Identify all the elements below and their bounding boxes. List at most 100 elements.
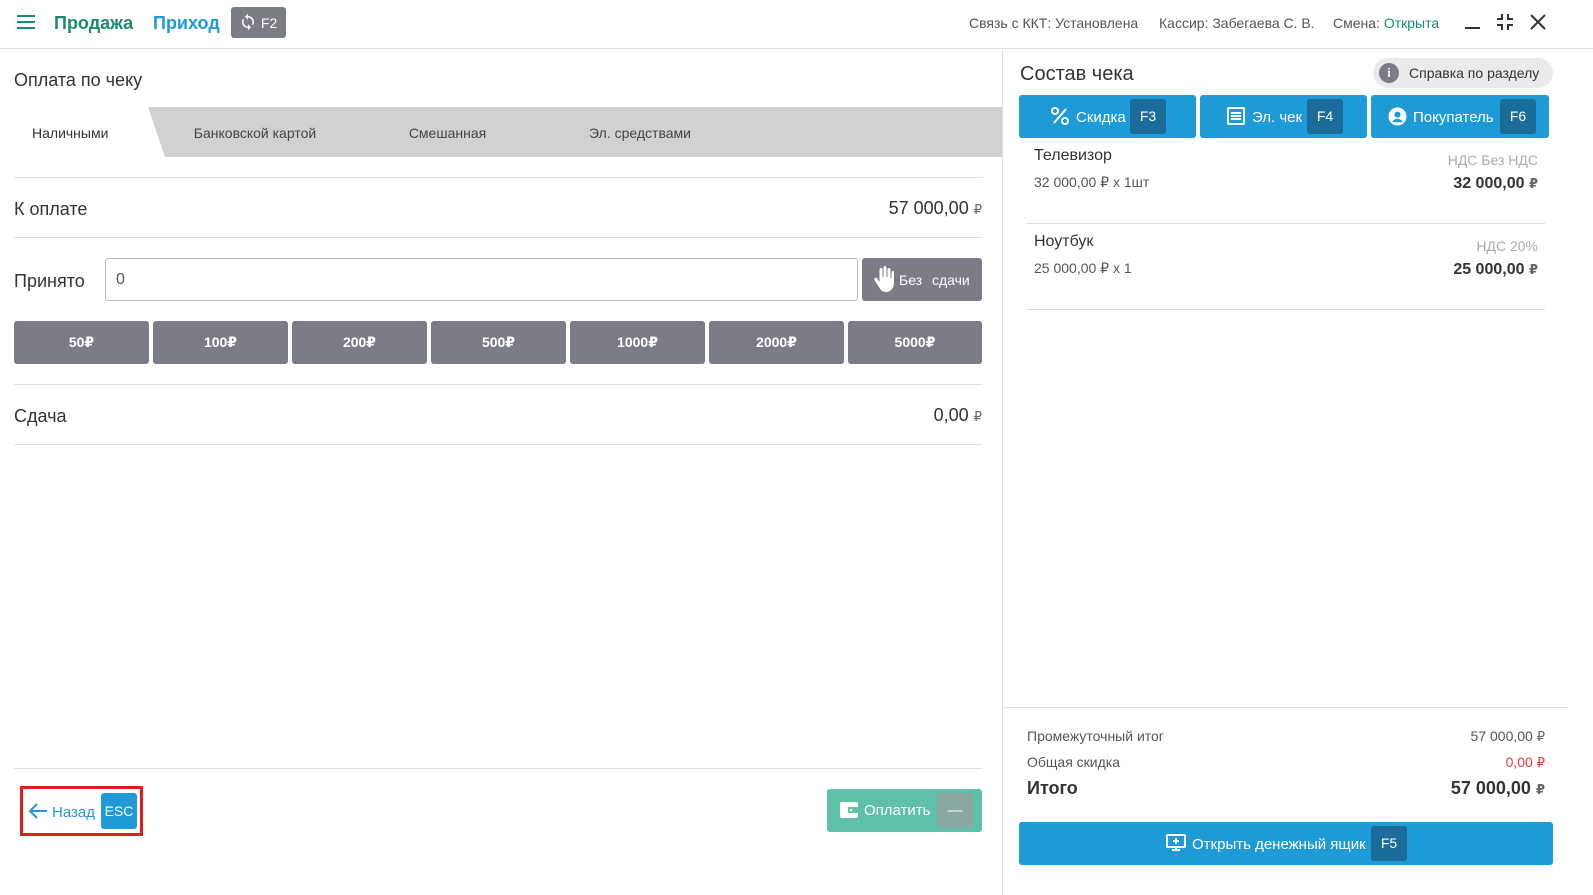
item-qty: 25 000,00 ₽ x 1 (1034, 260, 1132, 276)
item-name: Телевизор (1034, 147, 1112, 164)
tab-electronic[interactable]: Эл. средствами (545, 107, 735, 157)
discount-label: Скидка (1076, 109, 1126, 126)
accepted-label: Принято (14, 271, 85, 291)
divider (14, 384, 982, 385)
arrow-left-icon (28, 803, 47, 819)
customer-key: F6 (1500, 99, 1536, 134)
total-value: 57 000,00 ₽ (1451, 778, 1545, 799)
pay-button[interactable]: Оплатить — (827, 789, 982, 832)
percent-icon (1051, 107, 1069, 125)
refresh-icon (242, 13, 254, 31)
customer-label: Покупатель (1413, 109, 1494, 126)
no-change-label: Без сдачи (899, 272, 970, 288)
pay-key: — (937, 793, 973, 828)
currency-sign: ₽ (973, 409, 982, 424)
tab-cash[interactable]: Наличными (0, 107, 165, 157)
pay-label: Оплатить (864, 802, 931, 819)
item-qty: 32 000,00 ₽ x 1шт (1034, 174, 1150, 190)
discount-key: F3 (1130, 99, 1166, 134)
total-discount-value: 0,00 ₽ (1506, 754, 1545, 771)
cashier-name: Кассир: Забегаева С. В. (1159, 15, 1315, 31)
total-discount-number: 0,00 (1505, 754, 1533, 770)
drawer-key: F5 (1371, 826, 1407, 861)
receipt-icon (1227, 107, 1245, 125)
mode-income-link[interactable]: Приход (153, 13, 220, 34)
info-icon: i (1379, 63, 1399, 83)
bill-200-button[interactable]: 200₽ (292, 321, 427, 364)
item-vat: НДС 20% (1476, 238, 1538, 254)
close-icon[interactable] (1528, 12, 1548, 32)
panel-divider (1002, 50, 1003, 895)
switch-mode-button[interactable]: F2 (231, 7, 286, 38)
currency-sign: ₽ (973, 202, 982, 217)
currency-sign: ₽ (1536, 729, 1545, 744)
mode-sale-link[interactable]: Продажа (54, 13, 133, 34)
item-amount-number: 25 000,00 (1453, 261, 1525, 278)
discount-button[interactable]: Скидка F3 (1019, 95, 1196, 138)
subtotal-value: 57 000,00 ₽ (1471, 728, 1545, 745)
menu-icon[interactable] (17, 15, 35, 29)
receipt-item[interactable]: Телевизор 32 000,00 ₽ x 1шт НДС Без НДС … (1027, 138, 1545, 224)
shift-value: Открыта (1383, 15, 1440, 31)
currency-sign: ₽ (1528, 262, 1538, 277)
receipt-item[interactable]: Ноутбук 25 000,00 ₽ x 1 НДС 20% 25 000,0… (1027, 224, 1545, 310)
kkt-status: Связь с ККТ: Установлена (969, 15, 1139, 31)
payment-tabs: Наличными Банковской картой Смешанная Эл… (0, 107, 1002, 157)
bill-50-button[interactable]: 50₽ (14, 321, 149, 364)
back-button[interactable]: Назад ESC (20, 786, 143, 836)
tab-card[interactable]: Банковской картой (165, 107, 345, 157)
bill-500-button[interactable]: 500₽ (431, 321, 566, 364)
minimize-icon[interactable] (1463, 12, 1483, 32)
wallet-icon (840, 802, 858, 818)
accepted-amount-input[interactable] (105, 258, 858, 301)
currency-sign: ₽ (1535, 782, 1545, 797)
amount-due-number: 57 000,00 (888, 198, 969, 218)
subtotal-label: Промежуточный итог (1027, 728, 1164, 744)
top-bar: Продажа Приход F2 Связь с ККТ: Установле… (0, 0, 1593, 49)
change-value: 0,00 ₽ (934, 405, 982, 426)
change-number: 0,00 (933, 405, 969, 425)
bill-1000-button[interactable]: 1000₽ (570, 321, 705, 364)
hand-icon (874, 266, 894, 292)
item-amount-number: 32 000,00 (1453, 175, 1525, 192)
no-change-button[interactable]: Без сдачи (862, 258, 982, 301)
receipt-title: Состав чека (1020, 63, 1134, 85)
change-label: Сдача (14, 406, 67, 426)
esc-key: ESC (101, 793, 137, 829)
open-cash-drawer-button[interactable]: Открыть денежный ящик F5 (1019, 822, 1553, 865)
item-vat: НДС Без НДС (1447, 152, 1538, 168)
item-amount: 25 000,00 ₽ (1453, 261, 1538, 279)
tab-mixed[interactable]: Смешанная (360, 107, 535, 157)
bill-5000-button[interactable]: 5000₽ (848, 321, 982, 364)
divider (1003, 707, 1568, 708)
help-button[interactable]: i Справка по разделу (1373, 58, 1553, 88)
divider (14, 444, 982, 445)
item-name: Ноутбук (1034, 233, 1094, 250)
back-label: Назад (52, 804, 95, 821)
currency-sign: ₽ (1536, 755, 1545, 770)
total-number: 57 000,00 (1450, 778, 1531, 798)
echeck-label: Эл. чек (1252, 109, 1303, 126)
echeck-button[interactable]: Эл. чек F4 (1200, 95, 1367, 138)
user-icon (1388, 107, 1407, 126)
switch-mode-key: F2 (260, 15, 278, 31)
total-discount-label: Общая скидка (1027, 754, 1121, 770)
amount-due-value: 57 000,00 ₽ (889, 198, 982, 219)
customer-button[interactable]: Покупатель F6 (1371, 95, 1549, 138)
page-title: Оплата по чеку (14, 70, 143, 90)
restore-icon[interactable] (1495, 12, 1515, 32)
bill-100-button[interactable]: 100₽ (153, 321, 288, 364)
item-amount: 32 000,00 ₽ (1453, 175, 1538, 193)
bill-2000-button[interactable]: 2000₽ (709, 321, 844, 364)
shift-status: Смена: Открыта (1333, 15, 1439, 31)
divider (14, 177, 982, 178)
cash-drawer-icon (1166, 834, 1186, 851)
shift-label: Смена: (1333, 15, 1380, 31)
drawer-label: Открыть денежный ящик (1192, 836, 1366, 853)
divider (14, 768, 982, 769)
divider (14, 237, 982, 238)
currency-sign: ₽ (1528, 176, 1538, 191)
subtotal-number: 57 000,00 (1470, 728, 1533, 744)
help-label: Справка по разделу (1409, 65, 1540, 81)
amount-due-label: К оплате (14, 199, 88, 219)
